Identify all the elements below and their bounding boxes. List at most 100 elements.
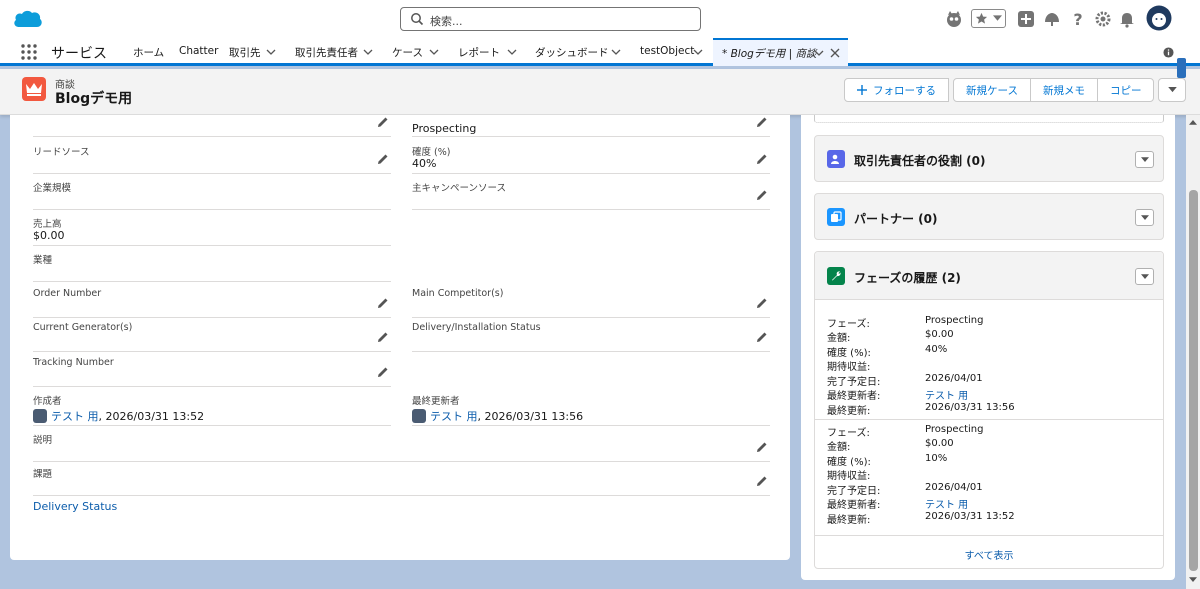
related-lists-panel: 取引先責任者の役割 (0) パートナー (0) フェーズの履歴 (2) フェーズ… [801,115,1175,580]
nav-item-dashboards[interactable]: ダッシュボード [535,45,609,60]
chevron-down-icon[interactable] [428,46,440,58]
company-size-label: 企業規模 [33,183,72,194]
partners-card: パートナー (0) [814,193,1164,240]
edit-pencil-icon[interactable] [756,116,768,128]
close-icon[interactable] [829,47,841,59]
chevron-down-icon[interactable] [993,15,1002,22]
search-input[interactable]: 検索... [400,7,701,31]
created-by-user-link[interactable]: テスト 用 [51,410,99,423]
last-modified-date: , 2026/03/31 13:56 [477,410,584,423]
contact-roles-title[interactable]: 取引先責任者の役割 (0) [854,152,986,169]
nav-item-reports[interactable]: レポート [458,45,500,60]
nav-bar: サービス ホーム Chatter 取引先 取引先責任者 ケース レポート ダッシ… [0,38,1200,66]
copy-button[interactable]: コピー [1096,78,1155,102]
field-company-size: 企業規模 [33,176,391,210]
nav-item-accounts[interactable]: 取引先 [229,45,261,60]
edit-pencil-icon[interactable] [756,331,768,343]
trailhead-icon[interactable] [1042,9,1062,29]
edit-pencil-icon[interactable] [756,297,768,309]
partner-icon [827,208,845,226]
more-actions-button[interactable] [1158,78,1187,102]
last-modified-by-user-link[interactable]: テスト 用 [430,410,478,423]
nav-item-testobject[interactable]: testObject [640,45,694,57]
field-tracking-number: Tracking Number [33,353,391,387]
modified-by-user-link[interactable]: テスト 用 [925,496,968,511]
person-icon [831,154,839,164]
field-industry: 業種 [33,248,391,282]
chevron-down-icon[interactable] [610,46,622,58]
help-icon[interactable]: ? [1068,9,1088,29]
edit-pencil-icon[interactable] [377,297,389,309]
edit-pencil-icon[interactable] [377,116,389,128]
chevron-down-icon[interactable] [692,46,704,58]
app-launcher-grid-icon[interactable] [20,43,38,61]
expected-revenue-label: 期待収益: [827,471,871,482]
tab-label: * Blogデモ用 | 商談 [722,48,817,60]
astro-icon[interactable] [944,9,964,29]
notifications-bell-icon[interactable] [1117,9,1137,29]
edit-pencil-icon[interactable] [756,441,768,453]
new-case-button[interactable]: 新規ケース [953,78,1031,102]
last-modified-by-value: テスト 用, 2026/03/31 13:56 [412,408,583,424]
chevron-down-icon[interactable] [506,46,518,58]
last-modified-by-label: 最終更新者 [412,396,460,407]
new-note-button[interactable]: 新規メモ [1029,78,1098,102]
chevron-down-icon[interactable] [265,46,277,58]
partners-title[interactable]: パートナー (0) [854,210,938,227]
delivery-status-section[interactable]: Delivery Status [33,500,117,513]
field-lead-source: リードソース [33,140,391,174]
tab-opportunity-blog-demo[interactable]: * Blogデモ用 | 商談 [713,38,848,66]
scroll-up-arrow-icon[interactable] [1189,119,1197,125]
nav-item-chatter[interactable]: Chatter [179,45,218,57]
field-created-by: 作成者 テスト 用, 2026/03/31 13:52 [33,389,391,426]
current-generator-label: Current Generator(s) [33,322,133,333]
stage-history-menu-button[interactable] [1135,268,1154,285]
cut-off-card [814,115,1164,123]
partners-menu-button[interactable] [1135,209,1154,226]
favorites-group[interactable] [971,9,1006,28]
contact-roles-menu-button[interactable] [1135,151,1154,168]
app-name: サービス [51,46,107,62]
edit-pencil-icon[interactable] [756,189,768,201]
salesforce-logo-icon[interactable] [12,8,44,30]
edit-pencil-icon[interactable] [756,153,768,165]
scroll-down-arrow-icon[interactable] [1189,577,1197,583]
crown-icon [26,83,42,96]
stage-history-title[interactable]: フェーズの履歴 (2) [854,269,961,286]
user-avatar[interactable] [1146,5,1172,31]
follow-button[interactable]: フォローする [844,78,949,102]
setup-gear-icon[interactable] [1093,9,1113,29]
search-icon [411,13,424,26]
main-competitor-label: Main Competitor(s) [412,288,504,299]
global-header: 検索... ? [0,0,1200,38]
field-current-generator: Current Generator(s) [33,318,391,352]
amount-label: 金額: [827,442,851,453]
created-date: , 2026/03/31 13:52 [98,410,205,423]
chevron-down-icon[interactable] [813,47,825,59]
probability-value: 40% [925,344,948,355]
field-cut-off-left [33,103,391,137]
edit-pencil-icon[interactable] [377,366,389,378]
stage-history-icon [827,267,845,285]
view-all-link[interactable]: すべて表示 [815,547,1163,562]
modified-by-user-link[interactable]: テスト 用 [925,387,968,402]
side-panel-handle[interactable] [1177,58,1186,78]
scrollbar-thumb[interactable] [1189,190,1198,571]
field-probability: 確度 (%) 40% [412,140,770,174]
user-avatar [33,409,47,423]
edit-pencil-icon[interactable] [377,331,389,343]
global-create-icon[interactable] [1016,9,1036,29]
record-actions: フォローする 新規ケース 新規メモ コピー [844,78,1187,102]
edit-pencil-icon[interactable] [756,475,768,487]
chevron-down-icon [1141,157,1149,162]
star-icon[interactable] [975,12,988,25]
expected-revenue-label: 期待収益: [827,362,871,373]
info-icon[interactable] [1163,47,1174,58]
edit-pencil-icon[interactable] [377,153,389,165]
nav-item-contacts[interactable]: 取引先責任者 [295,45,358,60]
chevron-down-icon [1141,215,1149,220]
nav-item-cases[interactable]: ケース [392,45,423,60]
field-description: 説明 [33,428,770,462]
nav-item-home[interactable]: ホーム [133,45,164,60]
chevron-down-icon[interactable] [362,46,374,58]
